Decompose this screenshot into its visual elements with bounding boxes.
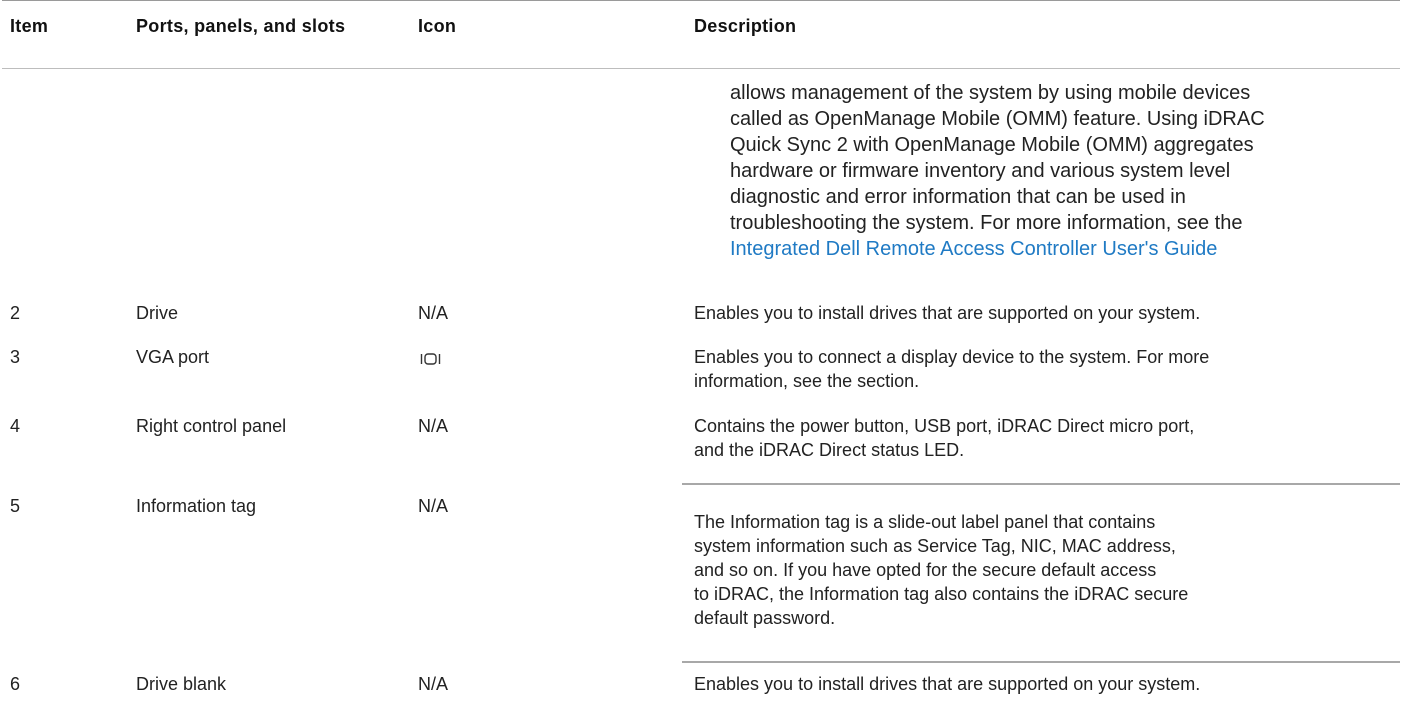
vga-port-icon (420, 353, 441, 365)
row-description: Contains the power button, USB port, iDR… (694, 414, 1394, 462)
continued-line: Quick Sync 2 with OpenManage Mobile (OMM… (730, 134, 1254, 156)
item-number: 6 (10, 674, 21, 694)
table-row-continued: allows management of the system by using… (2, 80, 1400, 280)
continued-line: diagnostic and error information that ca… (730, 186, 1186, 208)
table-row: 4 Right control panel N/A Contains the p… (2, 414, 1400, 470)
row-separator (682, 661, 1400, 663)
table-header: Item Ports, panels, and slots Icon Descr… (2, 0, 1400, 69)
idrac-users-guide-link[interactable]: Integrated Dell Remote Access Controller… (730, 236, 1396, 262)
port-name: VGA port (136, 347, 210, 367)
item-number: 5 (10, 496, 21, 516)
continued-line: hardware or firmware inventory and vario… (730, 160, 1231, 182)
table-row: 3 VGA port Enables you to connect a disp… (2, 345, 1400, 401)
item-number: 4 (10, 416, 21, 436)
port-name: Drive (136, 303, 179, 323)
ports-table: Item Ports, panels, and slots Icon Descr… (2, 0, 1400, 704)
continued-line: allows management of the system by using… (730, 82, 1251, 104)
row-description: The Information tag is a slide-out label… (694, 510, 1394, 630)
table-row: 5 Information tag N/A The Information ta… (2, 483, 1400, 653)
icon-value: N/A (418, 674, 449, 694)
icon-value: N/A (418, 496, 449, 516)
icon-value: N/A (418, 416, 449, 436)
port-name: Drive blank (136, 674, 227, 694)
header-icon: Icon (418, 16, 457, 36)
description-line: Contains the power button, USB port, iDR… (694, 416, 1195, 436)
continued-description: allows management of the system by using… (730, 80, 1396, 262)
item-number: 3 (10, 347, 21, 367)
description-line: and the iDRAC Direct status LED. (694, 440, 965, 460)
icon-value: N/A (418, 303, 449, 323)
table-row: 6 Drive blank N/A Enables you to install… (2, 664, 1400, 700)
description-line: and so on. If you have opted for the sec… (694, 560, 1157, 580)
continued-line: troubleshooting the system. For more inf… (730, 212, 1243, 234)
description-line: information, see the section. (694, 371, 920, 391)
description-line: to iDRAC, the Information tag also conta… (694, 584, 1189, 604)
port-name: Information tag (136, 496, 257, 516)
description-line: Enables you to install drives that are s… (694, 303, 1201, 323)
description-line: default password. (694, 608, 836, 628)
header-ports-panels-slots: Ports, panels, and slots (136, 16, 346, 36)
row-description: Enables you to connect a display device … (694, 345, 1394, 393)
description-line: Enables you to connect a display device … (694, 347, 1210, 367)
description-line: Enables you to install drives that are s… (694, 674, 1201, 694)
description-line: The Information tag is a slide-out label… (694, 512, 1156, 532)
port-name: Right control panel (136, 416, 287, 436)
continued-line: called as OpenManage Mobile (OMM) featur… (730, 108, 1265, 130)
row-description: Enables you to install drives that are s… (694, 672, 1394, 696)
table-row: 2 Drive N/A Enables you to install drive… (2, 301, 1400, 331)
item-number: 2 (10, 303, 21, 323)
row-description: Enables you to install drives that are s… (694, 301, 1394, 325)
header-description: Description (694, 16, 797, 36)
header-item: Item (10, 16, 49, 36)
description-line: system information such as Service Tag, … (694, 536, 1176, 556)
